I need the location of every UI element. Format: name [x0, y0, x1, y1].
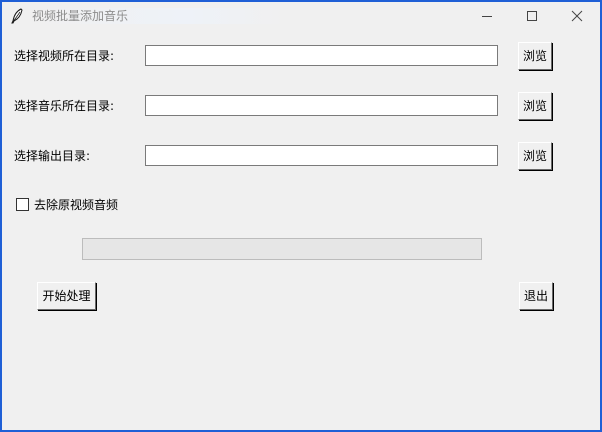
- progress-bar: [82, 238, 482, 260]
- start-processing-button[interactable]: 开始处理: [37, 282, 96, 310]
- music-dir-browse-button[interactable]: 浏览: [518, 92, 552, 120]
- close-icon: [571, 10, 583, 22]
- feather-icon: [10, 8, 24, 24]
- app-window: 视频批量添加音乐 选择视频所在目录: 浏览 选择音乐所在目录: 浏览 选择输出目…: [0, 0, 602, 432]
- output-dir-label: 选择输出目录:: [14, 149, 91, 163]
- output-dir-input[interactable]: [145, 145, 498, 166]
- window-title: 视频批量添加音乐: [32, 8, 289, 24]
- remove-audio-checkbox[interactable]: [16, 198, 29, 211]
- minimize-button[interactable]: [464, 2, 510, 30]
- maximize-icon: [527, 11, 537, 21]
- title-bar[interactable]: 视频批量添加音乐: [2, 2, 600, 30]
- video-dir-label: 选择视频所在目录:: [14, 49, 115, 63]
- maximize-button[interactable]: [509, 2, 555, 30]
- music-dir-label: 选择音乐所在目录:: [14, 99, 115, 113]
- remove-audio-label: 去除原视频音频: [34, 198, 119, 212]
- video-dir-browse-button[interactable]: 浏览: [518, 42, 552, 70]
- video-dir-input[interactable]: [145, 45, 498, 66]
- output-dir-browse-button[interactable]: 浏览: [518, 142, 552, 170]
- exit-button[interactable]: 退出: [519, 282, 553, 310]
- close-button[interactable]: [554, 2, 600, 30]
- minimize-icon: [482, 16, 492, 17]
- music-dir-input[interactable]: [145, 95, 498, 116]
